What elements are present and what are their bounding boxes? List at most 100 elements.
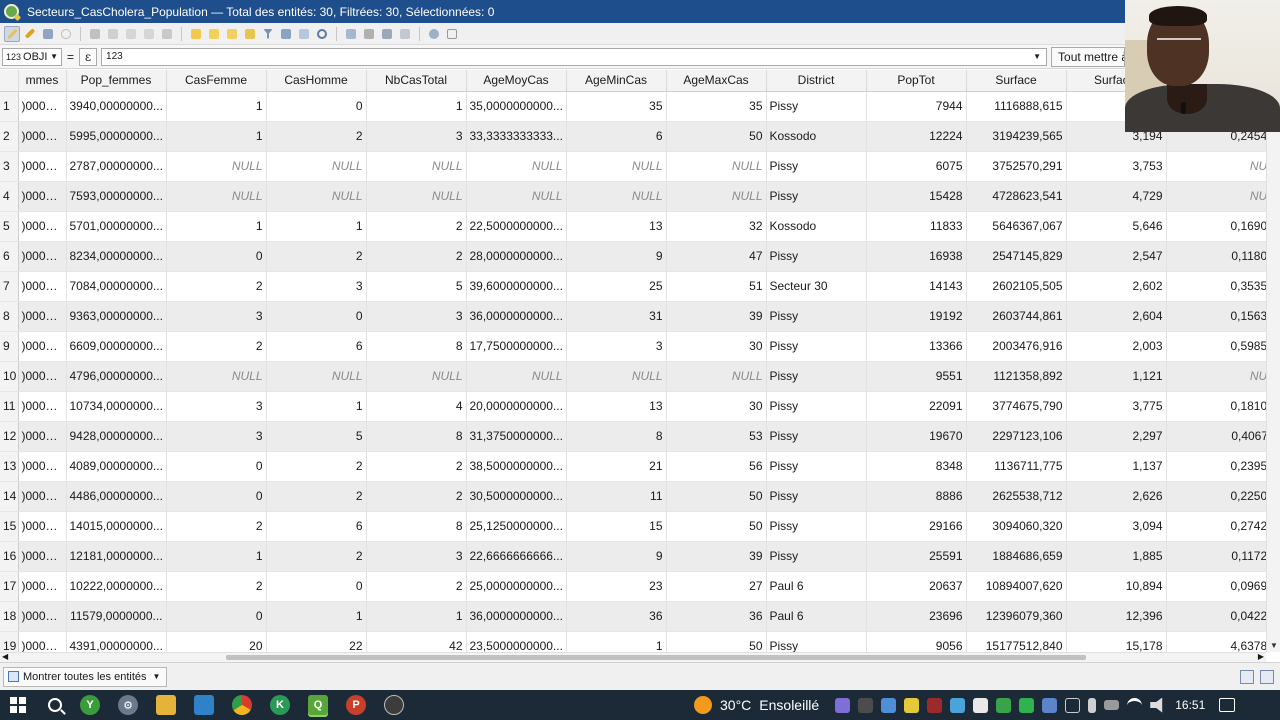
table-cell[interactable]: Pissy	[766, 151, 867, 182]
table-cell[interactable]: 1	[166, 121, 267, 152]
table-cell[interactable]: 2602105,505	[966, 271, 1067, 302]
select-by-expression-icon[interactable]	[188, 26, 204, 42]
table-cell[interactable]: 0,239578	[1166, 451, 1266, 482]
table-cell[interactable]: 0	[166, 241, 267, 272]
table-cell[interactable]: NULL	[166, 181, 267, 212]
table-cell[interactable]: 10222,0000000...	[66, 571, 167, 602]
table-cell[interactable]: 2	[366, 481, 467, 512]
table-cell[interactable]: 15428	[866, 181, 967, 212]
table-cell[interactable]: 30	[666, 331, 767, 362]
table-cell[interactable]: 14015,0000000...	[66, 511, 167, 542]
wifi-icon[interactable]	[1127, 697, 1143, 713]
table-cell[interactable]: Pissy	[766, 361, 867, 392]
table-cell[interactable]: Pissy	[766, 91, 867, 122]
table-cell[interactable]: NULL	[666, 151, 767, 182]
table-cell[interactable]: 1116888,615	[966, 91, 1067, 122]
row-number-header[interactable]	[0, 70, 19, 92]
table-cell[interactable]: )00000...	[18, 361, 67, 392]
table-row[interactable]: 1)00000... 3940,00000000... 1 0 1 35,00000000…	[0, 91, 1266, 122]
actions-icon[interactable]	[426, 26, 442, 42]
app-settings-icon[interactable]: ⚙	[118, 695, 138, 715]
table-cell[interactable]: 39,6000000000...	[466, 271, 567, 302]
table-cell[interactable]: 0,225073	[1166, 481, 1266, 512]
tray-app-icon[interactable]	[950, 697, 966, 713]
table-cell[interactable]: 16938	[866, 241, 967, 272]
horizontal-scroll-thumb[interactable]	[226, 655, 1086, 660]
horizontal-scrollbar[interactable]: ◀ ▶	[0, 652, 1266, 662]
table-cell[interactable]: 8	[566, 421, 667, 452]
table-cell[interactable]: 11579,0000000...	[66, 601, 167, 632]
table-cell[interactable]: 42	[366, 631, 467, 652]
table-cell[interactable]: )00000...	[18, 421, 67, 452]
app-green-icon[interactable]: Y	[80, 695, 100, 715]
table-cell[interactable]: 2	[266, 121, 367, 152]
table-cell[interactable]: 2	[366, 571, 467, 602]
table-cell[interactable]: 3,753	[1066, 151, 1167, 182]
table-cell[interactable]: 0	[266, 571, 367, 602]
table-cell[interactable]: )00000...	[18, 601, 67, 632]
table-cell[interactable]: NULL	[366, 181, 467, 212]
table-cell[interactable]: )00000...	[18, 151, 67, 182]
delete-field-icon[interactable]	[361, 26, 377, 42]
table-cell[interactable]: 9428,00000000...	[66, 421, 167, 452]
save-edits-icon[interactable]	[40, 26, 56, 42]
table-cell[interactable]: 2	[266, 481, 367, 512]
table-cell[interactable]: 6609,00000000...	[66, 331, 167, 362]
table-cell[interactable]: 3	[166, 391, 267, 422]
table-cell[interactable]: 1	[266, 211, 367, 242]
app-blue-icon[interactable]	[194, 695, 214, 715]
table-cell[interactable]: NULL	[666, 361, 767, 392]
table-row[interactable]: 9)00000... 6609,00000000... 2 6 8 17,75000000…	[0, 331, 1266, 362]
table-cell[interactable]: 47	[666, 241, 767, 272]
table-cell[interactable]: 10,894	[1066, 571, 1167, 602]
table-cell[interactable]: 6075	[866, 151, 967, 182]
tray-app-icon[interactable]	[996, 697, 1012, 713]
table-cell[interactable]: 2,604	[1066, 301, 1167, 332]
table-cell[interactable]: Secteur 30	[766, 271, 867, 302]
tray-check-icon[interactable]	[1019, 697, 1035, 713]
new-field-icon[interactable]	[343, 26, 359, 42]
table-cell[interactable]: 4728623,541	[966, 181, 1067, 212]
table-cell[interactable]: 1	[266, 601, 367, 632]
qgis-taskbar-icon[interactable]: Q	[308, 695, 328, 715]
powerpoint-icon[interactable]: P	[346, 695, 366, 715]
table-cell[interactable]: Pissy	[766, 451, 867, 482]
table-cell[interactable]: 30	[666, 391, 767, 422]
table-cell[interactable]: 35	[666, 91, 767, 122]
table-row[interactable]: 2)00000... 5995,00000000... 1 2 3 33,33333333…	[0, 121, 1266, 152]
table-cell[interactable]: )00000...	[18, 571, 67, 602]
table-cell[interactable]: 3	[366, 121, 467, 152]
column-header[interactable]: District	[766, 70, 867, 92]
table-cell[interactable]: 36	[666, 601, 767, 632]
chrome-icon[interactable]	[232, 695, 252, 715]
table-cell[interactable]: )00000...	[18, 181, 67, 212]
table-cell[interactable]: 2,547	[1066, 241, 1167, 272]
table-cell[interactable]: 0	[166, 451, 267, 482]
table-cell[interactable]: 2787,00000000...	[66, 151, 167, 182]
tray-app-icon[interactable]	[904, 697, 920, 713]
table-cell[interactable]: )00000...	[18, 121, 67, 152]
table-cell[interactable]: Paul 6	[766, 601, 867, 632]
table-cell[interactable]: 13	[566, 211, 667, 242]
tray-app-icon[interactable]	[973, 697, 989, 713]
table-cell[interactable]: NULL	[566, 181, 667, 212]
table-cell[interactable]: 35,0000000000...	[466, 91, 567, 122]
table-cell[interactable]: )00000...	[18, 301, 67, 332]
table-cell[interactable]: 2603744,861	[966, 301, 1067, 332]
select-all-icon[interactable]	[206, 26, 222, 42]
table-cell[interactable]: NULL	[466, 181, 567, 212]
table-row[interactable]: 3)00000... 2787,00000000... NULL NULL NULL NU…	[0, 151, 1266, 182]
table-cell[interactable]: 5,646	[1066, 211, 1167, 242]
table-cell[interactable]: 36,0000000000...	[466, 601, 567, 632]
table-cell[interactable]: 4,637809	[1166, 631, 1266, 652]
search-icon[interactable]	[48, 698, 62, 712]
table-cell[interactable]: 7593,00000000...	[66, 181, 167, 212]
table-cell[interactable]: 15	[566, 511, 667, 542]
table-cell[interactable]: NULL	[266, 181, 367, 212]
table-cell[interactable]: 3	[366, 541, 467, 572]
form-view-icon[interactable]	[1240, 669, 1254, 684]
table-cell[interactable]: NULL	[466, 151, 567, 182]
table-cell[interactable]: )00000...	[18, 511, 67, 542]
copy-icon[interactable]	[141, 26, 157, 42]
scroll-right-icon[interactable]: ▶	[1258, 652, 1264, 661]
